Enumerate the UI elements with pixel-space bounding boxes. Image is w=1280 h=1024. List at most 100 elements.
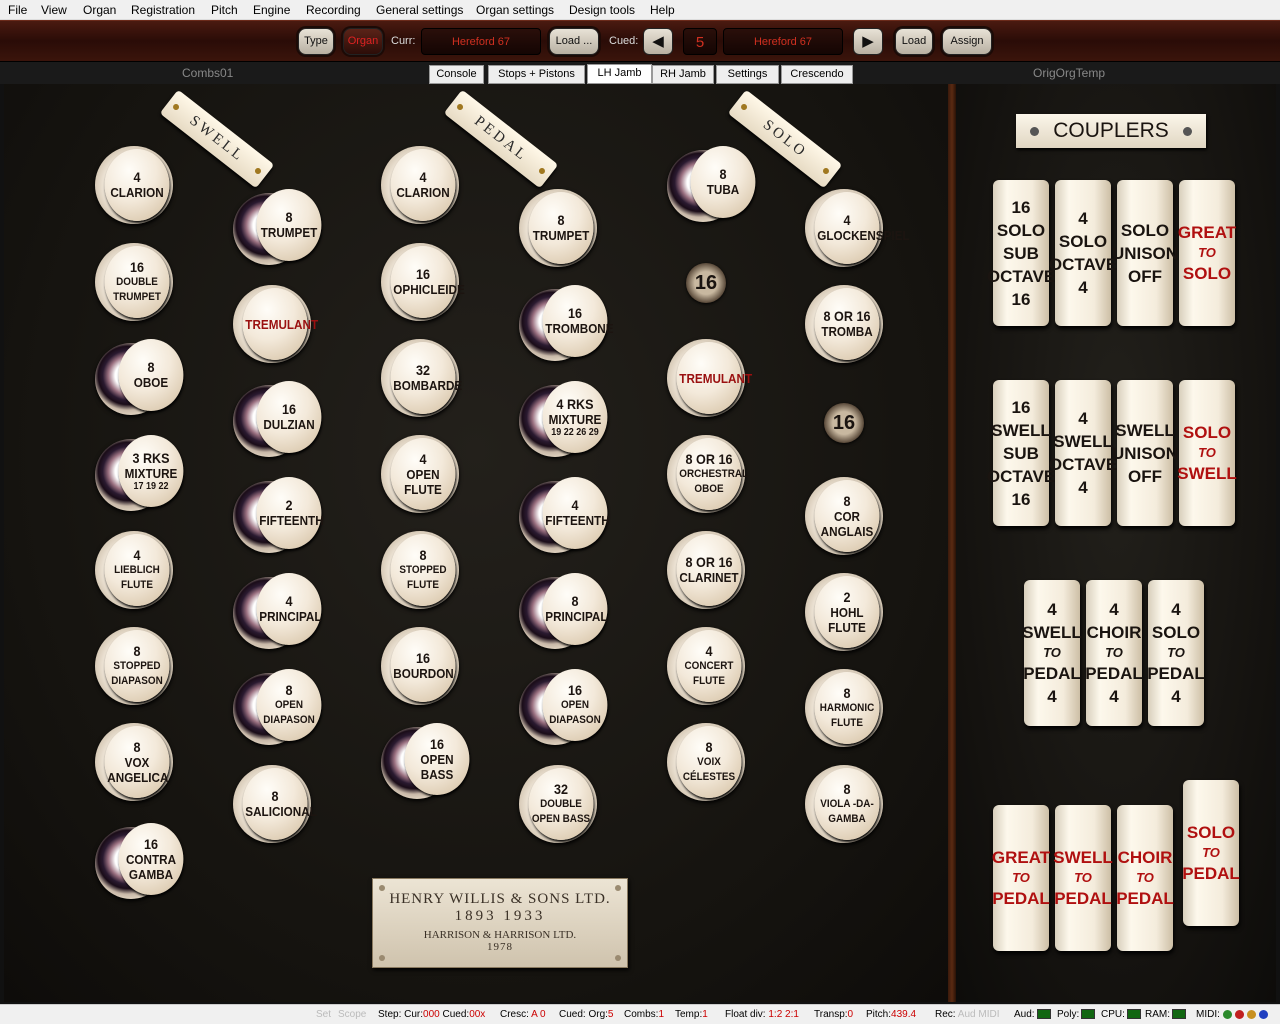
coupler-text: 16 (1011, 289, 1031, 309)
stop-knob-concert-flute[interactable]: 4 CONCERT FLUTE (667, 627, 759, 705)
stop-knob-open-flute[interactable]: 4 OPEN FLUTE (381, 435, 473, 513)
tab-stops-pistons[interactable]: Stops + Pistons (488, 65, 585, 84)
coupler-tab-solo-unison-off[interactable]: SOLO UNISON OFF (1112, 180, 1178, 326)
stop-pitch: 2 (843, 588, 851, 605)
stop-knob-viola-da-gamba[interactable]: 8 VIOLA -DA- GAMBA (805, 765, 897, 843)
tab-settings[interactable]: Settings (716, 65, 779, 84)
assign-button[interactable]: Assign (942, 28, 992, 55)
next-arrow-icon[interactable]: ▶ (853, 28, 883, 55)
stop-knob-cor-anglais[interactable]: 8 COR ANGLAIS (805, 477, 897, 555)
set-button[interactable]: Set (316, 1009, 331, 1020)
stop-pitch: 16 (415, 266, 431, 282)
load-button[interactable]: Load (895, 28, 933, 55)
coupler-tab-solo-to-swell[interactable]: SOLO TO SWELL (1177, 380, 1237, 526)
stop-knob-clarinet[interactable]: 8 OR 16 CLARINET (667, 531, 759, 609)
coupler-tab-great-to-pedal[interactable]: GREAT TO PEDAL (992, 805, 1050, 951)
stop-knob-stopped-flute[interactable]: 8 STOPPED FLUTE (381, 531, 473, 609)
coupler-tab-solo-to-pedal[interactable]: SOLO TO PEDAL (1182, 780, 1240, 926)
menu-help[interactable]: Help (650, 3, 675, 17)
stop-knob-tromba[interactable]: 8 OR 16 TROMBA (805, 285, 897, 363)
screw-icon (379, 885, 385, 891)
coupler-tab-swell-octave-[interactable]: 4 SWELL OCTAVE 4 (1049, 380, 1117, 526)
menu-pitch[interactable]: Pitch (211, 3, 238, 17)
coupler-tab-great-to-solo[interactable]: GREAT TO SOLO (1178, 180, 1236, 326)
stop-knob-glockenspiel[interactable]: 4 GLOCKENSPIEL (805, 189, 910, 267)
stop-knob-lieblich-flute[interactable]: 4 LIEBLICH FLUTE (95, 531, 187, 609)
stop-knob-oboe[interactable]: 8 OBOE (95, 339, 187, 417)
stop-knob-double-open-bass[interactable]: 32 DOUBLE OPEN BASS (519, 765, 611, 843)
stop-knob-bombarde[interactable]: 32 BOMBARDE (381, 339, 473, 417)
stop-knob-tremulant[interactable]: TREMULANT (667, 339, 759, 417)
tab-crescendo[interactable]: Crescendo (781, 65, 853, 84)
stop-knob-dulzian[interactable]: 16 DULZIAN (233, 381, 325, 459)
coupler-tab-choir-to-pedal[interactable]: 4 CHOIR TO PEDAL 4 (1085, 580, 1143, 726)
coupler-text: OCTAVE (1048, 255, 1118, 274)
rec-midi-toggle[interactable]: MIDI (978, 1009, 999, 1020)
stop-knob-fifteenth[interactable]: 2 FIFTEENTH (233, 477, 325, 555)
stop-knob-mixture[interactable]: 4 RKS MIXTURE 19 22 26 29 (519, 381, 611, 459)
stop-knob-tuba[interactable]: 8 TUBA (667, 146, 759, 224)
stop-knob-tremulant[interactable]: TREMULANT (233, 285, 325, 363)
stop-knob-double-trumpet[interactable]: 16 DOUBLE TRUMPET (95, 243, 187, 321)
stop-knob-voix-célestes[interactable]: 8 VOIX CÉLESTES (667, 723, 759, 801)
coupler-tab-swell-to-pedal[interactable]: SWELL TO PEDAL (1053, 805, 1113, 951)
stop-knob-ophicleide[interactable]: 16 OPHICLEIDE (381, 243, 473, 321)
tab-console[interactable]: Console (429, 65, 484, 84)
coupler-tab-solo-sub-octave[interactable]: 16 SOLO SUB OCTAVE 16 (987, 180, 1055, 326)
type-button[interactable]: Type (298, 28, 334, 55)
scope-button[interactable]: Scope (338, 1009, 366, 1020)
menu-view[interactable]: View (41, 3, 67, 17)
coupler-tab-swell-sub-octave[interactable]: 16 SWELL SUB OCTAVE 16 (987, 380, 1055, 526)
knob-face: 16 BOURDON (390, 630, 456, 702)
load-dots-button[interactable]: Load ... (549, 28, 599, 55)
coupler-tab-swell-unison-off[interactable]: SWELL UNISON OFF (1112, 380, 1178, 526)
menu-organ[interactable]: Organ (83, 3, 116, 17)
stop-knob-bourdon[interactable]: 16 BOURDON (381, 627, 473, 705)
stop-knob-fifteenth[interactable]: 4 FIFTEENTH (519, 477, 611, 555)
midi-led-red-icon (1234, 1009, 1244, 1019)
stop-knob-clarion[interactable]: 4 CLARION (381, 146, 473, 224)
menu-registration[interactable]: Registration (131, 3, 195, 17)
stop-knob-contra-gamba[interactable]: 16 CONTRA GAMBA (95, 823, 187, 901)
tab-lh-jamb[interactable]: LH Jamb (587, 64, 652, 84)
coupler-tab-swell-to-pedal[interactable]: 4 SWELL TO PEDAL 4 (1022, 580, 1082, 726)
rec-aud-toggle[interactable]: Aud (958, 1009, 976, 1020)
menu-recording[interactable]: Recording (306, 3, 361, 17)
transp-label: Transp: (814, 1009, 848, 1020)
stop-pitch: 8 (843, 492, 851, 509)
menu-file[interactable]: File (8, 3, 27, 17)
coupler-tab-solo-octave-[interactable]: 4 SOLO OCTAVE 4 (1049, 180, 1117, 326)
coupler-text: SWELL (1022, 623, 1082, 642)
menu-organ-settings[interactable]: Organ settings (476, 3, 554, 17)
coupler-text: SWELL (1177, 464, 1237, 483)
stop-knob-principal[interactable]: 4 PRINCIPAL (233, 573, 325, 651)
stop-name: HARMONIC FLUTE (819, 701, 875, 729)
stop-knob-orchestral-oboe[interactable]: 8 OR 16 ORCHESTRAL OBOE (667, 435, 759, 513)
stop-knob-vox-angelica[interactable]: 8 VOX ANGELICA (95, 723, 187, 801)
stop-pitch: 4 (419, 169, 427, 185)
stop-pitch: 2 (285, 497, 293, 513)
menu-design-tools[interactable]: Design tools (569, 3, 635, 17)
stop-knob-harmonic-flute[interactable]: 8 HARMONIC FLUTE (805, 669, 897, 747)
organ-button[interactable]: Organ (343, 28, 383, 55)
stop-knob-clarion[interactable]: 4 CLARION (95, 146, 187, 224)
prev-arrow-icon[interactable]: ◀ (643, 28, 673, 55)
stop-knob-trumpet[interactable]: 8 TRUMPET (233, 189, 325, 267)
stop-knob-principal[interactable]: 8 PRINCIPAL (519, 573, 611, 651)
tab-rh-jamb[interactable]: RH Jamb (652, 65, 714, 84)
stop-knob-open-bass[interactable]: 16 OPEN BASS (381, 723, 473, 801)
stop-knob-open-diapason[interactable]: 8 OPEN DIAPASON (233, 669, 325, 747)
stop-knob-mixture[interactable]: 3 RKS MIXTURE 17 19 22 (95, 435, 187, 513)
coupler-tab-solo-to-pedal[interactable]: 4 SOLO TO PEDAL 4 (1147, 580, 1205, 726)
coupler-tab-choir-to-pedal[interactable]: CHOIR TO PEDAL (1116, 805, 1174, 951)
menu-engine[interactable]: Engine (253, 3, 290, 17)
stop-knob-open-diapason[interactable]: 16 OPEN DIAPASON (519, 669, 611, 747)
stop-pitch: 16 (281, 401, 297, 417)
menu-general-settings[interactable]: General settings (376, 3, 463, 17)
stop-knob-salicional[interactable]: 8 SALICIONAL (233, 765, 325, 843)
stop-knob-trombone[interactable]: 16 TROMBONE (519, 285, 614, 363)
stop-knob-stopped-diapason[interactable]: 8 STOPPED DIAPASON (95, 627, 187, 705)
stop-knob-trumpet[interactable]: 8 TRUMPET (519, 189, 611, 267)
ram-meter: RAM: (1145, 1009, 1186, 1020)
stop-knob-hohl-flute[interactable]: 2 HOHL FLUTE (805, 573, 897, 651)
